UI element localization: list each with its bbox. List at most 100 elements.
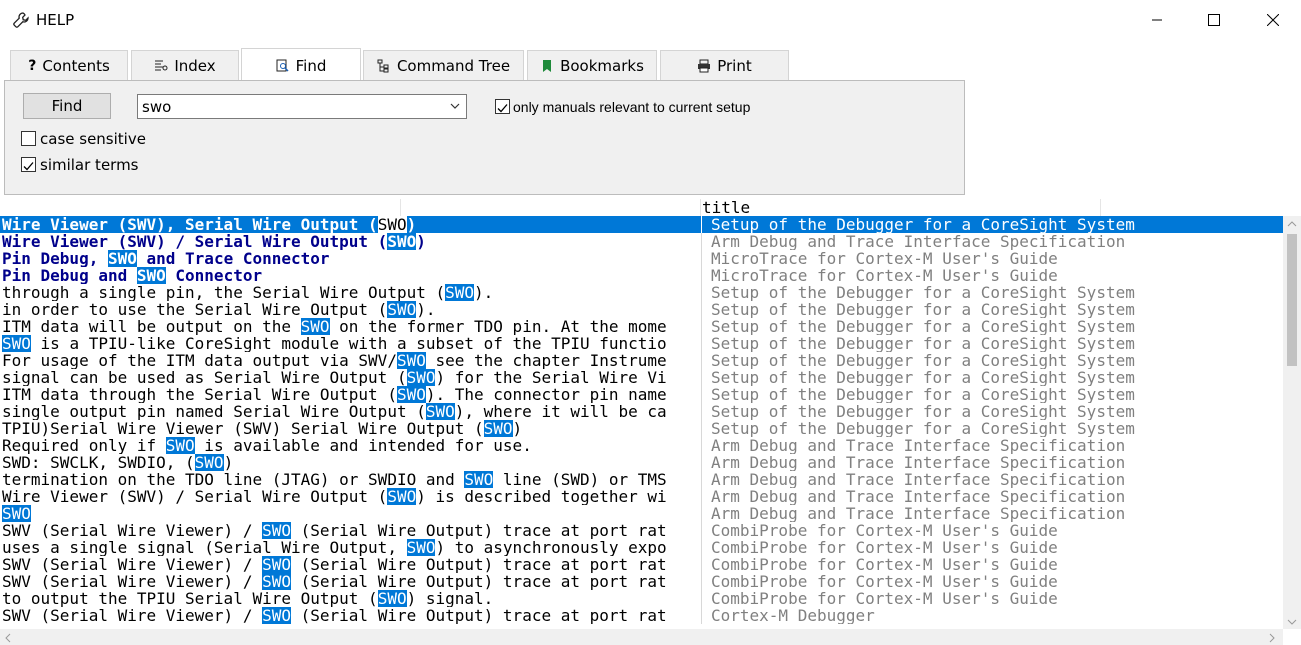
search-match-highlight: SWO [262, 607, 291, 624]
tab-contents[interactable]: ? Contents [10, 50, 128, 80]
search-match-highlight: SWO [300, 318, 330, 335]
search-combobox[interactable]: swo [137, 94, 467, 119]
column-divider [701, 590, 702, 607]
only-relevant-label: only manuals relevant to current setup [513, 99, 751, 115]
window-title: HELP [36, 11, 75, 29]
search-match-highlight: SWO [396, 352, 426, 369]
column-divider [701, 471, 702, 488]
result-snippet: through a single pin, the Serial Wire Ou… [2, 284, 692, 301]
tab-index[interactable]: Index [131, 50, 239, 80]
snippet-text: ) is described together wi [416, 488, 667, 505]
table-row[interactable]: through a single pin, the Serial Wire Ou… [0, 284, 1283, 301]
snippet-text: ) [223, 454, 234, 471]
minimize-button[interactable] [1142, 8, 1172, 32]
table-row[interactable]: Wire Viewer (SWV), Serial Wire Output (S… [0, 216, 1283, 233]
snippet-text: on the former TDO pin. At the mome [329, 318, 667, 335]
close-button[interactable] [1258, 8, 1288, 32]
result-manual-title: CombiProbe for Cortex-M User's Guide [711, 573, 1058, 590]
results-table: title Wire Viewer (SWV), Serial Wire Out… [0, 198, 1301, 645]
column-divider [701, 284, 702, 301]
search-match-highlight: SWO [262, 522, 291, 539]
result-manual-title: Setup of the Debugger for a CoreSight Sy… [711, 318, 1135, 335]
column-divider [701, 539, 702, 556]
column-divider [701, 420, 702, 437]
table-row[interactable]: SWV (Serial Wire Viewer) / SWO (Serial W… [0, 607, 1283, 624]
scroll-left-icon[interactable] [4, 633, 12, 643]
search-match-highlight: SWO [377, 590, 407, 607]
column-divider [701, 216, 702, 233]
similar-terms-checkbox[interactable] [21, 157, 36, 172]
table-row[interactable]: SWV (Serial Wire Viewer) / SWO (Serial W… [0, 556, 1283, 573]
table-row[interactable]: Required only if SWO is available and in… [0, 437, 1283, 454]
table-row[interactable]: TPIU)Serial Wire Viewer (SWV) Serial Wir… [0, 420, 1283, 437]
tab-print[interactable]: Print [660, 50, 789, 80]
column-divider[interactable] [1100, 199, 1101, 216]
column-divider[interactable] [700, 199, 701, 216]
similar-terms-label: similar terms [40, 156, 139, 174]
table-row[interactable]: SWV (Serial Wire Viewer) / SWO (Serial W… [0, 573, 1283, 590]
table-row[interactable]: in order to use the Serial Wire Output (… [0, 301, 1283, 318]
tab-label: Print [717, 56, 752, 75]
table-row[interactable]: to output the TPIU Serial Wire Output (S… [0, 590, 1283, 607]
tab-command-tree[interactable]: Command Tree [363, 50, 524, 80]
result-snippet: Pin Debug, SWO and Trace Connector [2, 250, 692, 267]
result-snippet: SWO [2, 505, 692, 522]
find-button[interactable]: Find [23, 93, 111, 119]
result-snippet: ITM data will be output on the SWO on th… [2, 318, 692, 335]
printer-icon [698, 59, 711, 72]
result-manual-title: MicroTrace for Cortex-M User's Guide [711, 250, 1058, 267]
table-row[interactable]: ITM data through the Serial Wire Output … [0, 386, 1283, 403]
table-row[interactable]: For usage of the ITM data output via SWV… [0, 352, 1283, 369]
table-row[interactable]: Wire Viewer (SWV) / Serial Wire Output (… [0, 233, 1283, 250]
tab-find[interactable]: Find [241, 48, 361, 82]
table-row[interactable]: ITM data will be output on the SWO on th… [0, 318, 1283, 335]
result-manual-title: CombiProbe for Cortex-M User's Guide [711, 556, 1058, 573]
column-divider [701, 335, 702, 352]
table-row[interactable]: single output pin named Serial Wire Outp… [0, 403, 1283, 420]
snippet-text: is a TPIU-like CoreSight module with a s… [30, 335, 667, 352]
only-relevant-checkbox[interactable] [495, 99, 510, 114]
scroll-down-icon[interactable] [1287, 618, 1297, 626]
result-snippet: For usage of the ITM data output via SWV… [2, 352, 692, 369]
table-row[interactable]: termination on the TDO line (JTAG) or SW… [0, 471, 1283, 488]
column-divider [701, 386, 702, 403]
table-row[interactable]: Wire Viewer (SWV) / Serial Wire Output (… [0, 488, 1283, 505]
search-match-highlight: SWO [464, 471, 494, 488]
table-row[interactable]: SWV (Serial Wire Viewer) / SWO (Serial W… [0, 522, 1283, 539]
title-bar: HELP [0, 0, 1301, 40]
horizontal-scrollbar[interactable] [0, 629, 1283, 645]
table-row[interactable]: Pin Debug and SWO Connector MicroTrace fo… [0, 267, 1283, 284]
vertical-scrollbar[interactable] [1283, 216, 1301, 629]
table-row[interactable]: signal can be used as Serial Wire Output… [0, 369, 1283, 386]
tab-label: Bookmarks [560, 56, 644, 75]
column-header-title[interactable]: title [702, 198, 750, 217]
snippet-text: in order to use the Serial Wire Output ( [2, 301, 388, 318]
table-row[interactable]: uses a single signal (Serial Wire Output… [0, 539, 1283, 556]
scroll-right-icon[interactable] [1268, 633, 1276, 643]
table-row[interactable]: SWO is a TPIU-like CoreSight module with… [0, 335, 1283, 352]
result-manual-title: Arm Debug and Trace Interface Specificat… [711, 454, 1126, 471]
maximize-button[interactable] [1199, 8, 1229, 32]
search-match-highlight: SWO [262, 556, 291, 573]
table-row[interactable]: SWD: SWCLK, SWDIO, (SWO) Arm Debug and Tr… [0, 454, 1283, 471]
table-row[interactable]: Pin Debug, SWO and Trace Connector MicroT… [0, 250, 1283, 267]
chevron-down-icon[interactable] [450, 102, 460, 110]
snippet-text: ITM data will be output on the [2, 318, 301, 335]
tab-bookmarks[interactable]: Bookmarks [527, 50, 657, 80]
tab-label: Index [174, 56, 216, 75]
case-sensitive-checkbox[interactable] [21, 131, 36, 146]
column-divider[interactable] [400, 199, 401, 216]
table-row[interactable]: SWO Arm Debug and Trace Interface Specifi… [0, 505, 1283, 522]
column-divider [701, 318, 702, 335]
result-manual-title: Setup of the Debugger for a CoreSight Sy… [711, 386, 1135, 403]
scrollbar-thumb[interactable] [1287, 234, 1297, 366]
results-list: Wire Viewer (SWV), Serial Wire Output (S… [0, 216, 1283, 629]
snippet-text: SWV (Serial Wire Viewer) / [2, 522, 263, 539]
search-input[interactable]: swo [142, 98, 171, 116]
snippet-text: (Serial Wire Output) trace at port rat [291, 556, 667, 573]
snippet-text: ) for the Serial Wire Vi [435, 369, 667, 386]
snippet-text: see the chapter Instrume [425, 352, 667, 369]
search-match-highlight: SWO [387, 488, 417, 505]
snippet-text: Required only if [2, 437, 166, 454]
scroll-up-icon[interactable] [1287, 220, 1297, 228]
